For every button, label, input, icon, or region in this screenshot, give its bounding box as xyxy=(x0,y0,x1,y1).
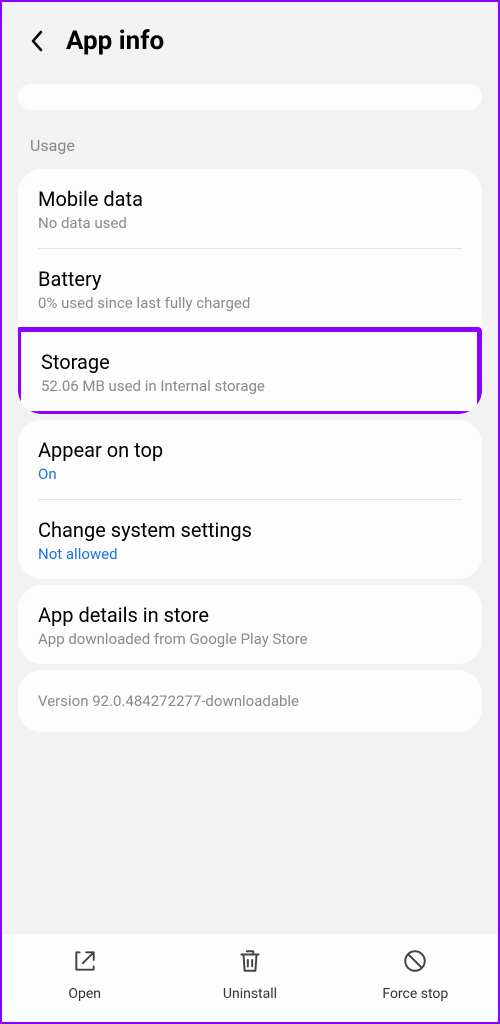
storage-row[interactable]: Storage 52.06 MB used in Internal storag… xyxy=(21,332,477,411)
store-card: App details in store App downloaded from… xyxy=(18,585,482,664)
store-title: App details in store xyxy=(38,603,462,627)
mobile-data-title: Mobile data xyxy=(38,187,462,211)
store-row[interactable]: App details in store App downloaded from… xyxy=(18,585,482,664)
version-text: Version 92.0.484272277-downloadable xyxy=(38,692,462,710)
usage-card: Mobile data No data used Battery 0% used… xyxy=(18,169,482,414)
storage-highlight: Storage 52.06 MB used in Internal storag… xyxy=(18,327,482,414)
open-button[interactable]: Open xyxy=(2,948,167,1002)
change-settings-title: Change system settings xyxy=(38,518,462,542)
storage-title: Storage xyxy=(41,350,457,374)
change-settings-row[interactable]: Change system settings Not allowed xyxy=(18,500,482,579)
version-card: Version 92.0.484272277-downloadable xyxy=(18,670,482,732)
mobile-data-sub: No data used xyxy=(38,214,462,232)
trash-icon xyxy=(237,948,263,978)
top-card-placeholder xyxy=(18,84,482,110)
usage-section-label: Usage xyxy=(2,118,498,163)
uninstall-button[interactable]: Uninstall xyxy=(167,948,332,1002)
permissions-card: Appear on top On Change system settings … xyxy=(18,420,482,579)
force-stop-button[interactable]: Force stop xyxy=(333,948,498,1002)
appear-on-top-title: Appear on top xyxy=(38,438,462,462)
bottom-bar: Open Uninstall Force stop xyxy=(2,933,498,1022)
stop-icon xyxy=(402,948,428,978)
force-stop-label: Force stop xyxy=(382,986,448,1002)
store-sub: App downloaded from Google Play Store xyxy=(38,630,462,648)
uninstall-label: Uninstall xyxy=(223,986,277,1002)
battery-title: Battery xyxy=(38,267,462,291)
appear-on-top-sub: On xyxy=(38,465,462,483)
battery-row[interactable]: Battery 0% used since last fully charged xyxy=(18,249,482,328)
page-title: App info xyxy=(66,26,164,56)
battery-sub: 0% used since last fully charged xyxy=(38,294,462,312)
open-icon xyxy=(72,948,98,978)
appear-on-top-row[interactable]: Appear on top On xyxy=(18,420,482,499)
back-icon[interactable] xyxy=(26,30,48,52)
change-settings-sub: Not allowed xyxy=(38,545,462,563)
open-label: Open xyxy=(68,986,101,1002)
header: App info xyxy=(2,2,498,76)
storage-sub: 52.06 MB used in Internal storage xyxy=(41,377,457,395)
mobile-data-row[interactable]: Mobile data No data used xyxy=(18,169,482,248)
